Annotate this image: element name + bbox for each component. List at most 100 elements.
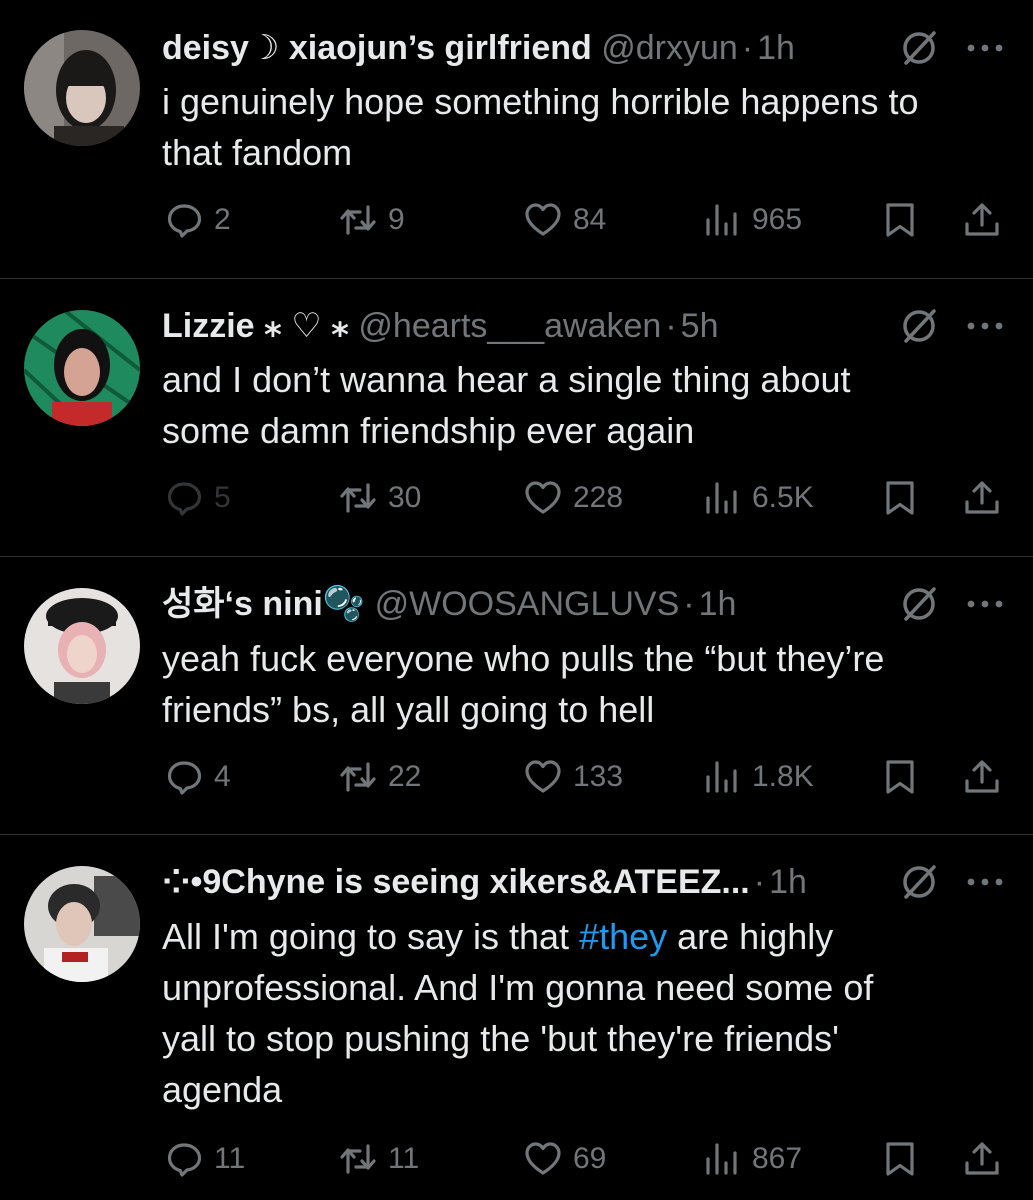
bar-chart-icon [706, 204, 737, 236]
tweet-text-line: i genuinely hope something horrible happ… [162, 81, 919, 122]
handle[interactable]: @WOOSANGLUVS [375, 585, 680, 623]
share-upload-icon [965, 1142, 999, 1175]
speech-bubble-icon [167, 1143, 202, 1177]
avatar[interactable] [24, 30, 140, 146]
separator: · [741, 29, 754, 67]
views-count: 1.8K [752, 760, 814, 793]
tweet-header: 성화‘s nini🫧 @WOOSANGLUVS · 1h [162, 582, 892, 626]
grok-icon[interactable] [898, 861, 940, 903]
tweet-header: deisy☽ xiaojun’s girlfriend @drxyun · 1h [162, 26, 892, 70]
bookmark-button[interactable] [880, 473, 920, 523]
like-count: 69 [573, 1142, 607, 1175]
share-upload-icon [965, 481, 999, 514]
tweet-text: yeah fuck everyone who pulls the “but th… [162, 633, 1012, 735]
action-bar: 11 11 69 867 [0, 1134, 1033, 1184]
bookmark-icon [886, 203, 914, 237]
repost-count: 22 [388, 760, 422, 793]
avatar-photo-3 [24, 588, 140, 704]
tweet-text-line: friends” bs, all yall going to hell [162, 689, 655, 730]
reply-count: 4 [214, 760, 231, 793]
repost-button[interactable]: 11 [338, 1134, 419, 1184]
repost-count: 9 [388, 203, 405, 236]
reply-button[interactable]: 4 [164, 752, 231, 802]
avatar[interactable] [24, 310, 140, 426]
hashtag-link[interactable]: #they [579, 916, 667, 957]
like-button[interactable]: 133 [523, 752, 623, 802]
bar-chart-icon [706, 482, 737, 514]
repost-arrows-icon [340, 762, 376, 792]
timestamp[interactable]: 1h [699, 585, 737, 623]
more-dots-icon[interactable] [962, 589, 1008, 619]
speech-bubble-icon [167, 204, 202, 238]
display-name[interactable]: deisy☽ xiaojun’s girlfriend [162, 29, 592, 67]
share-button[interactable] [962, 195, 1002, 245]
grok-icon[interactable] [898, 583, 940, 625]
reply-button[interactable]: 11 [164, 1134, 245, 1184]
share-button[interactable] [962, 473, 1002, 523]
avatar[interactable] [24, 588, 140, 704]
action-bar: 5 30 228 6.5K [0, 473, 1033, 523]
repost-button[interactable]: 30 [338, 473, 421, 523]
bar-chart-icon [706, 761, 737, 793]
like-count: 84 [573, 203, 607, 236]
views-count: 965 [752, 203, 803, 236]
grok-icon[interactable] [898, 27, 940, 69]
more-dots-icon[interactable] [962, 311, 1008, 341]
like-button[interactable]: 84 [523, 195, 606, 245]
bookmark-icon [886, 1142, 914, 1176]
reply-count: 2 [214, 203, 231, 236]
avatar[interactable] [24, 866, 140, 982]
heart-icon [525, 760, 561, 793]
views-button[interactable]: 1.8K [702, 752, 814, 802]
display-name[interactable]: 성화‘s nini🫧 [162, 585, 365, 623]
display-name[interactable]: ⁘•9Chyne is seeing xikers&ATEEZ... [162, 863, 750, 901]
tweet-text-line: agenda [162, 1069, 283, 1110]
handle[interactable]: @drxyun [601, 29, 738, 67]
separator: · [683, 585, 695, 623]
more-dots-icon[interactable] [962, 33, 1008, 63]
repost-arrows-icon [340, 1144, 376, 1174]
handle[interactable]: @hearts___awaken [358, 307, 661, 345]
grok-icon[interactable] [898, 305, 940, 347]
like-button[interactable]: 69 [523, 1134, 606, 1184]
action-bar: 2 9 84 965 [0, 195, 1033, 245]
bookmark-button[interactable] [880, 1134, 920, 1184]
bookmark-icon [886, 481, 914, 515]
repost-count: 11 [388, 1142, 420, 1175]
tweet-text-line: some damn friendship ever again [162, 410, 695, 451]
separator: · [665, 307, 677, 345]
timestamp[interactable]: 5h [681, 307, 719, 345]
tweet-text-segment: All I'm going to say is that [162, 916, 580, 957]
timestamp[interactable]: 1h [757, 29, 795, 67]
like-button[interactable]: 228 [523, 473, 623, 523]
repost-button[interactable]: 9 [338, 195, 405, 245]
avatar-photo-1 [24, 30, 140, 146]
more-dots-icon[interactable] [962, 867, 1008, 897]
repost-arrows-icon [340, 205, 376, 235]
reply-button[interactable]: 2 [164, 195, 231, 245]
display-name[interactable]: Lizzie ⁎ ♡ ⁎ [162, 307, 349, 345]
share-button[interactable] [962, 1134, 1002, 1184]
heart-icon [525, 1142, 561, 1175]
bookmark-icon [886, 760, 914, 794]
reply-button[interactable]: 5 [164, 473, 231, 523]
tweet-text-segment: are highly [667, 916, 834, 957]
views-button[interactable]: 867 [702, 1134, 802, 1184]
tweet-text: i genuinely hope something horrible happ… [162, 76, 1012, 178]
repost-count: 30 [388, 481, 422, 514]
tweet-divider [0, 278, 1033, 279]
bookmark-button[interactable] [880, 752, 920, 802]
views-button[interactable]: 6.5K [702, 473, 814, 523]
repost-button[interactable]: 22 [338, 752, 421, 802]
tweet-divider [0, 834, 1033, 835]
timestamp[interactable]: 1h [769, 863, 807, 901]
bookmark-button[interactable] [880, 195, 920, 245]
views-button[interactable]: 965 [702, 195, 802, 245]
avatar-photo-2 [24, 310, 140, 426]
heart-icon [525, 481, 561, 514]
speech-bubble-icon [167, 482, 202, 516]
tweet-text-line: that fandom [162, 132, 353, 173]
share-button[interactable] [962, 752, 1002, 802]
tweet-divider [0, 556, 1033, 557]
tweet-header: Lizzie ⁎ ♡ ⁎ @hearts___awaken · 5h [162, 304, 892, 348]
